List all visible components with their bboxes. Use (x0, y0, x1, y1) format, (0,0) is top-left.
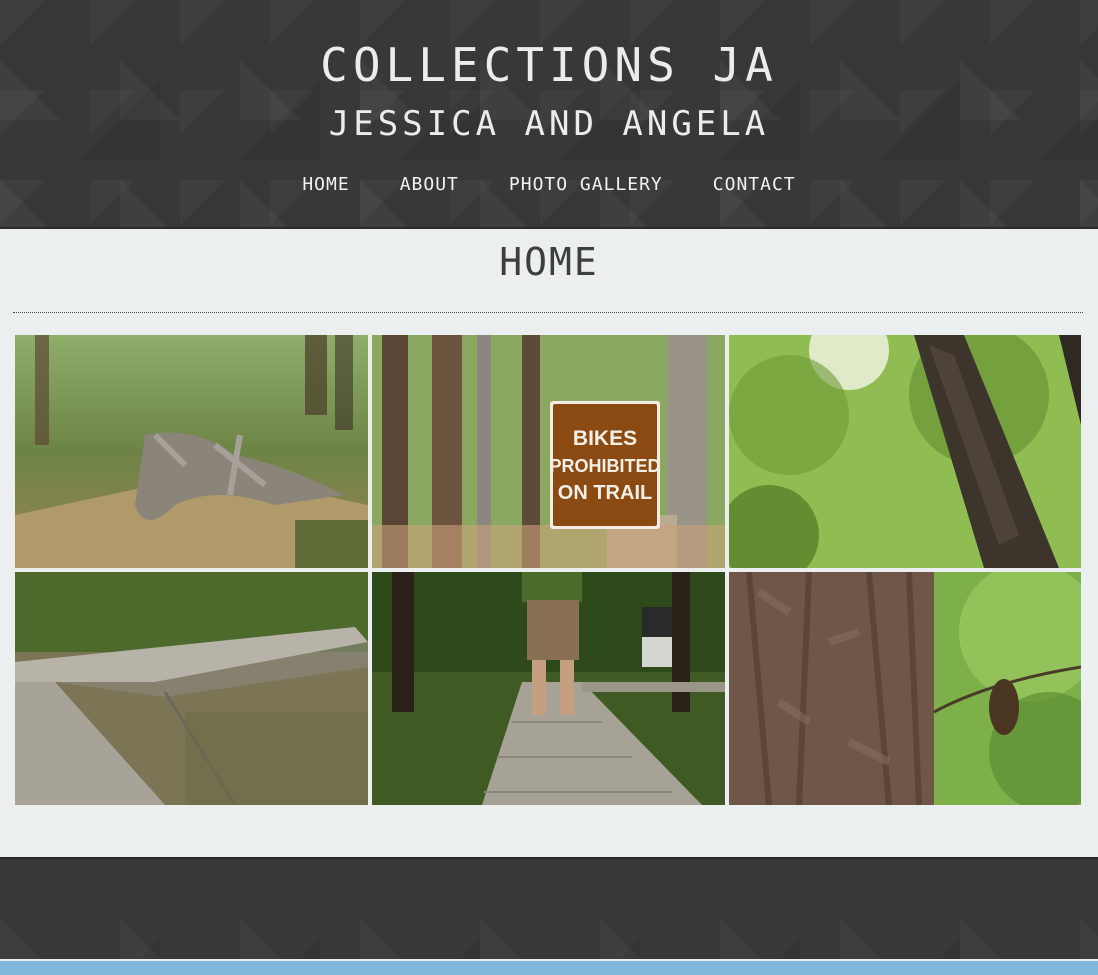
site-header: COLLECTIONS JA JESSICA AND ANGELA HOME A… (0, 0, 1098, 229)
gallery-photo-walking[interactable] (372, 572, 725, 805)
accent-bar (0, 961, 1098, 975)
nav-item-contact[interactable]: CONTACT (713, 174, 796, 195)
gallery-photo-pinecone[interactable] (729, 572, 1081, 805)
photo-gallery: BIKES PROHIBITED ON TRAIL (15, 335, 1081, 805)
sign-text-line3: ON TRAIL (558, 482, 652, 504)
nav-item-photo-gallery[interactable]: PHOTO GALLERY (509, 174, 663, 195)
gallery-photo-sign[interactable]: BIKES PROHIBITED ON TRAIL (372, 335, 725, 568)
gallery-photo-boardwalk[interactable] (15, 572, 368, 805)
gallery-photo-stump[interactable] (15, 335, 368, 568)
nav-item-home[interactable]: HOME (302, 174, 349, 195)
main-nav: HOME ABOUT PHOTO GALLERY CONTACT (0, 174, 1098, 195)
site-footer (0, 857, 1098, 959)
nav-item-about[interactable]: ABOUT (400, 174, 459, 195)
gallery-photo-canopy[interactable] (729, 335, 1081, 568)
site-title[interactable]: COLLECTIONS JA (0, 38, 1098, 92)
site-subtitle: JESSICA AND ANGELA (328, 104, 770, 144)
divider (13, 312, 1083, 313)
page-title: HOME (499, 240, 599, 284)
sign-text-line1: BIKES (573, 427, 637, 450)
sign-text-line2: PROHIBITED (549, 456, 660, 476)
